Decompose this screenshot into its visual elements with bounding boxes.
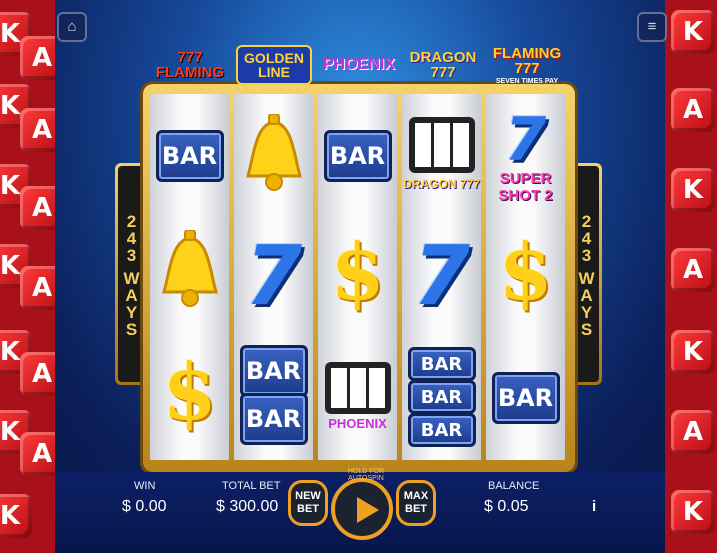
symbol-bar: BAR — [234, 393, 313, 445]
die: K — [671, 330, 715, 374]
logo-flaming-seven: FLAMING 777 SEVEN TIMES PAY — [488, 32, 566, 98]
win-label: WIN — [134, 480, 156, 492]
logo-dragon-777: DRAGON 777 — [404, 32, 482, 98]
symbol-label: SUPER SHOT 2 — [498, 170, 553, 204]
die: K — [0, 494, 32, 538]
bar-label: BAR — [407, 347, 476, 381]
bell-icon — [245, 114, 302, 191]
seven-icon: 7 — [412, 228, 471, 324]
logo-text: DRAGON 777 — [409, 49, 477, 81]
bar-label: BAR — [239, 393, 308, 445]
dice-decoration-right: K A K A K A K — [665, 0, 717, 553]
die: A — [671, 88, 715, 132]
ways-label: WAYS — [577, 268, 596, 337]
die: A — [20, 432, 55, 476]
max-bet-button[interactable]: MAX BET — [396, 480, 436, 526]
symbol-seven: 7 — [402, 226, 481, 326]
game-stage: K A K A K A K A K A K A K K A K A K A K … — [0, 0, 717, 553]
symbol-bell — [150, 222, 229, 322]
logo-text: FLAMING 777 — [492, 44, 562, 77]
balance-value: $ 0.05 — [484, 498, 529, 515]
symbol-super-shot: 7 SUPER SHOT 2 — [486, 102, 565, 212]
menu-icon: ≡ — [647, 18, 657, 35]
menu-button[interactable]: ≡ — [637, 12, 667, 42]
new-bet-button[interactable]: NEW BET — [288, 480, 328, 526]
die: A — [671, 248, 715, 292]
mini-slot-icon — [324, 361, 391, 414]
logo-text: 777 FLAMING — [155, 49, 225, 81]
dollar-icon: $ — [162, 346, 217, 438]
logo-flaming-777: 777 FLAMING — [150, 32, 230, 98]
total-bet-value: $ 300.00 — [216, 498, 279, 515]
total-bet-label: TOTAL BET — [222, 480, 281, 492]
symbol-bar: BAR — [486, 370, 565, 426]
bar-label: BAR — [239, 345, 308, 397]
symbol-bar: BAR — [150, 128, 229, 184]
new-bet-label: NEW BET — [295, 489, 321, 515]
balance-label: BALANCE — [488, 480, 540, 492]
die: A — [20, 266, 55, 310]
die: A — [20, 36, 55, 80]
symbol-dollar: $ — [150, 342, 229, 442]
die: K — [671, 490, 715, 534]
symbol-seven: 7 — [234, 226, 313, 326]
logo-golden-line: GOLDEN LINE — [236, 32, 312, 98]
ways-label: WAYS — [122, 268, 141, 337]
dollar-icon: $ — [330, 226, 385, 318]
logo-text: GOLDEN LINE — [236, 45, 312, 85]
ways-count: 243 — [577, 211, 596, 263]
dollar-icon: $ — [498, 226, 553, 318]
home-button[interactable]: ⌂ — [57, 12, 87, 42]
spin-button[interactable]: HOLD FOR AUTOSPIN — [331, 468, 393, 540]
bar-label: BAR — [407, 413, 476, 447]
seven-icon: 7 — [244, 228, 303, 324]
dice-decoration-left: K A K A K A K A K A K A K — [0, 0, 55, 553]
die: A — [671, 410, 715, 454]
die: A — [20, 352, 55, 396]
symbol-bar: BAR — [318, 128, 397, 184]
die: A — [20, 186, 55, 230]
symbol-bar: BAR — [402, 347, 481, 381]
symbol-bar: BAR — [234, 345, 313, 397]
logo-phoenix: PHOENIX — [320, 32, 398, 98]
home-icon: ⌂ — [67, 18, 77, 35]
die: K — [671, 168, 715, 212]
win-value: $ 0.00 — [122, 498, 167, 515]
mini-slot-icon — [408, 117, 475, 173]
symbol-bell — [234, 106, 313, 206]
symbol-bar: BAR — [402, 380, 481, 414]
seven-icon: 7 — [504, 105, 547, 175]
symbol-phoenix: PHOENIX — [318, 350, 397, 442]
logo-text: PHOENIX — [322, 56, 395, 73]
bar-label: BAR — [491, 372, 560, 424]
logo-subtitle: SEVEN TIMES PAY — [495, 77, 559, 85]
max-bet-label: MAX BET — [403, 489, 429, 515]
bell-icon — [161, 230, 218, 307]
play-icon — [357, 497, 379, 523]
symbol-bar: BAR — [402, 413, 481, 447]
autospin-hint: HOLD FOR AUTOSPIN — [347, 468, 385, 482]
symbol-dollar: $ — [486, 222, 565, 322]
die: K — [671, 10, 715, 54]
symbol-dragon: DRAGON 777 — [402, 104, 481, 204]
bar-label: BAR — [407, 380, 476, 414]
ways-count: 243 — [122, 211, 141, 263]
symbol-dollar: $ — [318, 222, 397, 322]
symbol-label: DRAGON 777 — [403, 177, 480, 191]
symbol-label: PHOENIX — [328, 415, 387, 431]
info-button[interactable]: i — [592, 498, 596, 515]
die: A — [20, 108, 55, 152]
bar-label: BAR — [323, 130, 392, 182]
bar-label: BAR — [155, 130, 224, 182]
